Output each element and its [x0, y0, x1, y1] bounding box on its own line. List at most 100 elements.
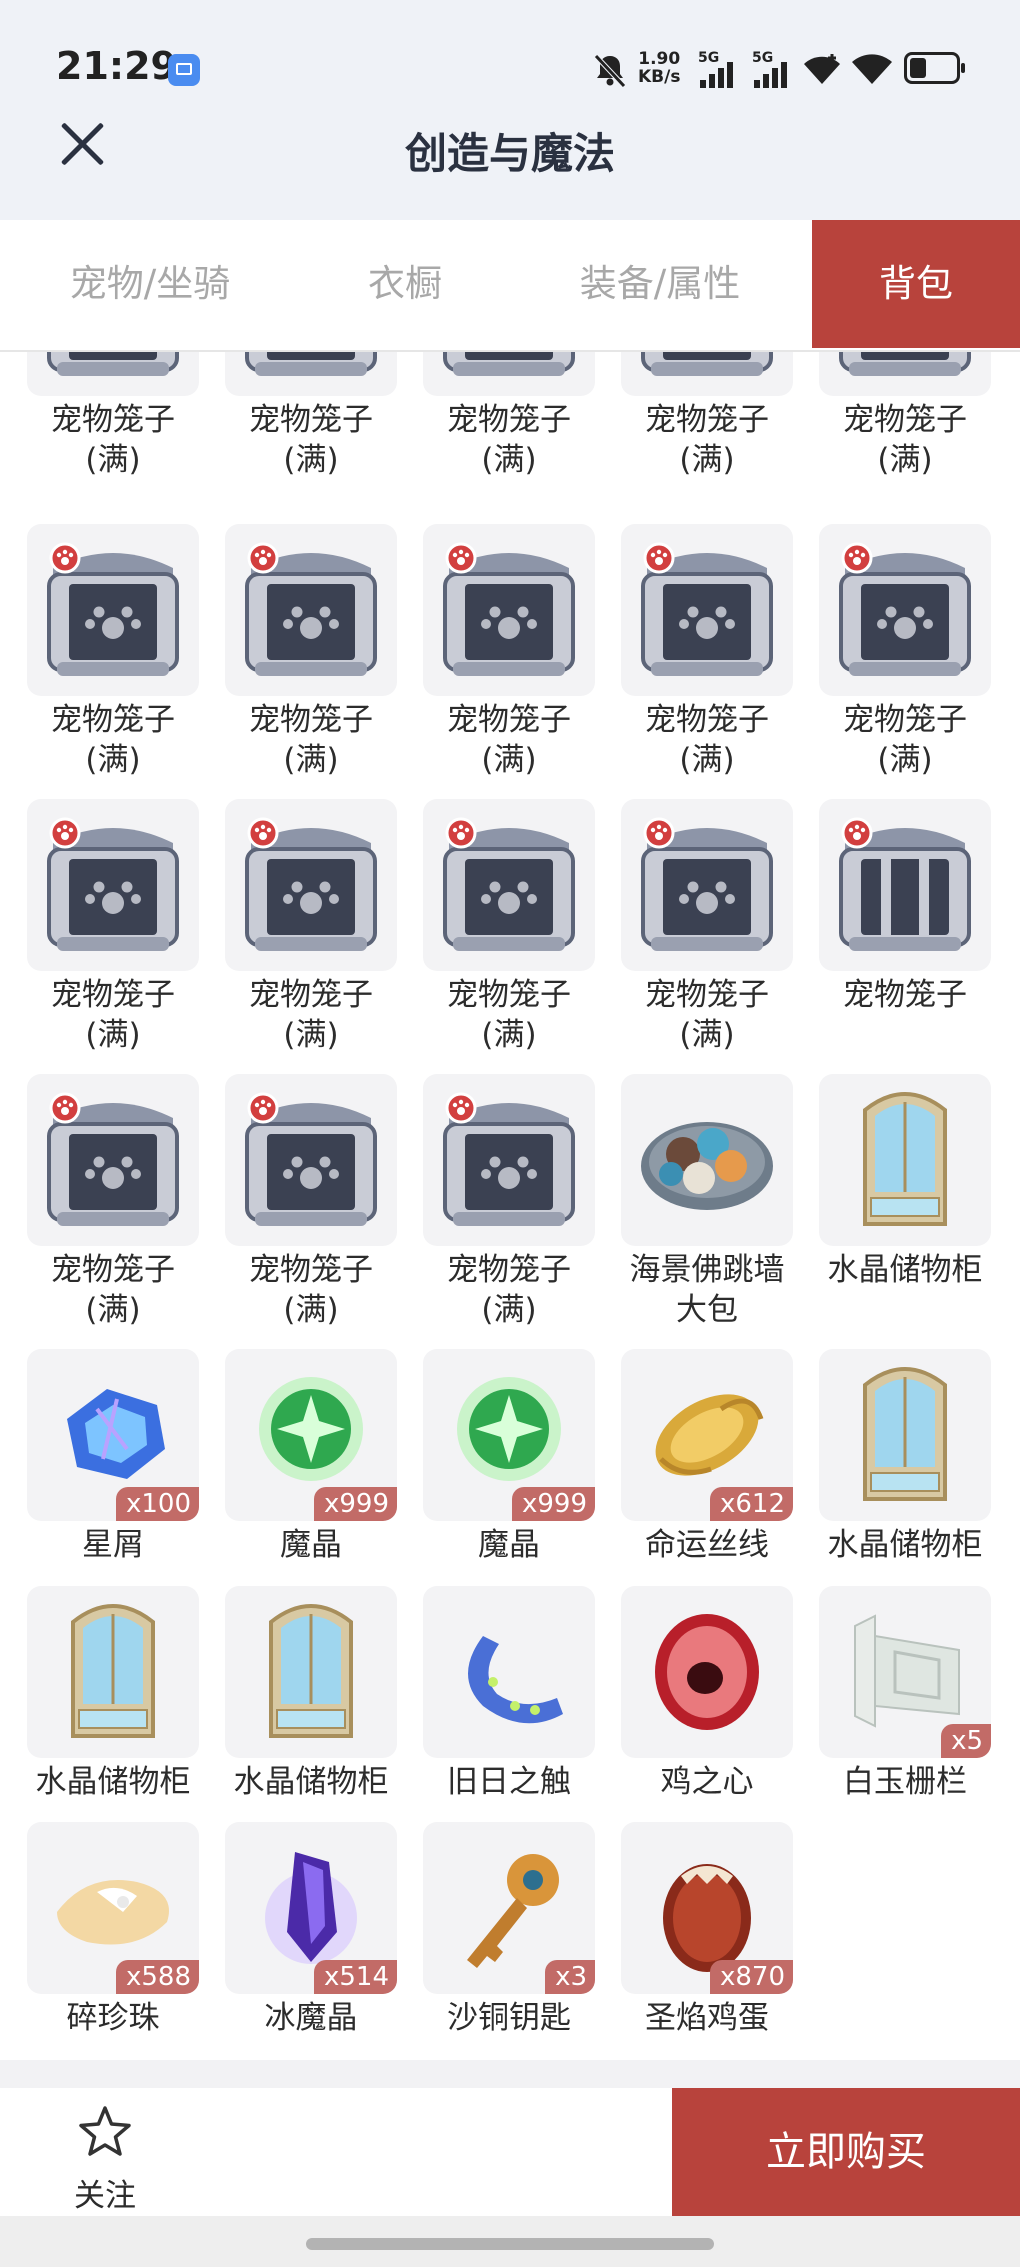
inventory-item[interactable]: 宠物笼子 (满)	[423, 799, 595, 1055]
item-name: 水晶储物柜	[827, 1527, 983, 1563]
item-name: 旧日之触	[447, 1764, 571, 1800]
inventory-item[interactable]: 宠物笼子 (满)	[423, 524, 595, 780]
net-speed-unit: KB/s	[638, 67, 681, 87]
inventory-item[interactable]: 宠物笼子 (满)	[819, 524, 991, 780]
item-name: 宠物笼子	[645, 402, 769, 438]
item-name: 宠物笼子	[249, 702, 373, 738]
tab-wardrobe[interactable]: 衣橱	[300, 220, 510, 348]
buy-now-button[interactable]: 立即购买	[672, 2088, 1020, 2216]
item-tile: x870	[621, 1822, 793, 1994]
inventory-item[interactable]: 宠物笼子 (满)	[225, 524, 397, 780]
item-name: 命运丝线	[645, 1527, 769, 1563]
inventory-item[interactable]: 旧日之触	[423, 1586, 595, 1802]
inventory-item[interactable]: 鸡之心	[621, 1586, 793, 1802]
inventory-item[interactable]: x870 圣焰鸡蛋	[621, 1822, 793, 2038]
tab-pets-mounts[interactable]: 宠物/坐骑	[40, 220, 260, 348]
inventory-item[interactable]: x5 白玉栅栏	[819, 1586, 991, 1802]
star-outline-icon	[79, 2106, 131, 2156]
inventory-item[interactable]: 水晶储物柜	[819, 1349, 991, 1565]
chicken-heart-icon	[621, 1586, 793, 1758]
item-name: 宠物笼子	[249, 402, 373, 438]
inventory-item[interactable]: 宠物笼子 (满)	[621, 352, 793, 480]
inventory-item[interactable]: 宠物笼子 (满)	[225, 799, 397, 1055]
item-name: 宠物笼子	[447, 702, 571, 738]
item-quantity-badge: x588	[115, 1960, 199, 1994]
item-subtitle: (满)	[877, 442, 933, 478]
item-subtitle: (满)	[877, 742, 933, 778]
pet-cage-full-icon	[423, 524, 595, 696]
item-name: 碎珍珠	[66, 2000, 160, 2036]
pet-cage-full-icon	[423, 799, 595, 971]
item-tile: x999	[225, 1349, 397, 1521]
inventory-item[interactable]: x612 命运丝线	[621, 1349, 793, 1565]
pet-cage-full-icon	[225, 799, 397, 971]
inventory-item[interactable]: 宠物笼子	[819, 799, 991, 1015]
item-tile: x514	[225, 1822, 397, 1994]
follow-button[interactable]: 关注	[60, 2102, 150, 2214]
inventory-item[interactable]: 宠物笼子 (满)	[819, 352, 991, 480]
tentacle-icon	[423, 1586, 595, 1758]
inventory-item[interactable]: 宠物笼子 (满)	[27, 799, 199, 1055]
tab-equipment[interactable]: 装备/属性	[550, 220, 770, 348]
inventory-item[interactable]: 宠物笼子 (满)	[225, 352, 397, 480]
inventory-item[interactable]: 水晶储物柜	[819, 1074, 991, 1290]
inventory-item[interactable]: x999 魔晶	[225, 1349, 397, 1565]
item-name: 宠物笼子	[249, 977, 373, 1013]
item-subtitle: (满)	[85, 1292, 141, 1328]
inventory-item[interactable]: 宠物笼子 (满)	[621, 524, 793, 780]
inventory-item[interactable]: 宠物笼子 (满)	[423, 1074, 595, 1330]
inventory-item[interactable]: 宠物笼子 (满)	[27, 524, 199, 780]
item-name: 水晶储物柜	[827, 1252, 983, 1288]
inventory-item[interactable]: x514 冰魔晶	[225, 1822, 397, 2038]
signal-2-icon	[754, 62, 794, 88]
inventory-item[interactable]: 宠物笼子 (满)	[423, 352, 595, 480]
item-tile	[27, 799, 199, 971]
item-name: 宠物笼子	[51, 702, 175, 738]
item-name: 宠物笼子	[447, 402, 571, 438]
crystal-cabinet-icon	[225, 1586, 397, 1758]
item-tile	[423, 352, 595, 396]
item-tile	[27, 1074, 199, 1246]
inventory-item[interactable]: x3 沙铜钥匙	[423, 1822, 595, 2038]
gesture-area	[0, 2216, 1020, 2267]
item-name: 魔晶	[280, 1527, 342, 1563]
item-name: 星屑	[82, 1527, 144, 1563]
home-indicator[interactable]	[306, 2238, 714, 2250]
pet-cage-full-icon	[819, 352, 991, 396]
item-subtitle: (满)	[481, 1017, 537, 1053]
item-quantity-badge: x999	[313, 1487, 397, 1521]
inventory-item[interactable]: x999 魔晶	[423, 1349, 595, 1565]
divider	[0, 2060, 1020, 2088]
crystal-cabinet-icon	[27, 1586, 199, 1758]
inventory-item[interactable]: 宠物笼子 (满)	[27, 1074, 199, 1330]
wifi-icon	[852, 54, 892, 84]
item-subtitle: (满)	[283, 742, 339, 778]
inventory-item[interactable]: 宠物笼子 (满)	[621, 799, 793, 1055]
item-tile	[27, 1586, 199, 1758]
item-tile	[819, 1074, 991, 1246]
item-tile	[423, 1586, 595, 1758]
inventory-item[interactable]: 水晶储物柜	[27, 1586, 199, 1802]
inventory-item[interactable]: x588 碎珍珠	[27, 1822, 199, 2038]
inventory-item[interactable]: 海景佛跳墙 大包	[621, 1074, 793, 1330]
battery-icon	[904, 52, 965, 84]
item-tile	[819, 352, 991, 396]
item-name: 宠物笼子	[51, 977, 175, 1013]
net-speed: 1.90 KB/s	[638, 50, 680, 86]
item-tile	[423, 799, 595, 971]
item-name: 鸡之心	[660, 1764, 754, 1800]
seafood-dish-icon	[621, 1074, 793, 1246]
inventory-item[interactable]: x100 星屑	[27, 1349, 199, 1565]
item-name: 圣焰鸡蛋	[645, 2000, 769, 2036]
inventory-item[interactable]: 水晶储物柜	[225, 1586, 397, 1802]
pet-cage-full-icon	[27, 799, 199, 971]
tab-backpack[interactable]: 背包	[812, 220, 1020, 348]
item-tile	[225, 1586, 397, 1758]
item-tile	[819, 799, 991, 971]
item-subtitle: (满)	[679, 742, 735, 778]
inventory-item[interactable]: 宠物笼子 (满)	[225, 1074, 397, 1330]
bottom-bar: 关注 立即购买	[0, 2088, 1020, 2216]
item-tile	[819, 524, 991, 696]
inventory-item[interactable]: 宠物笼子 (满)	[27, 352, 199, 480]
item-quantity-badge: x612	[709, 1487, 793, 1521]
